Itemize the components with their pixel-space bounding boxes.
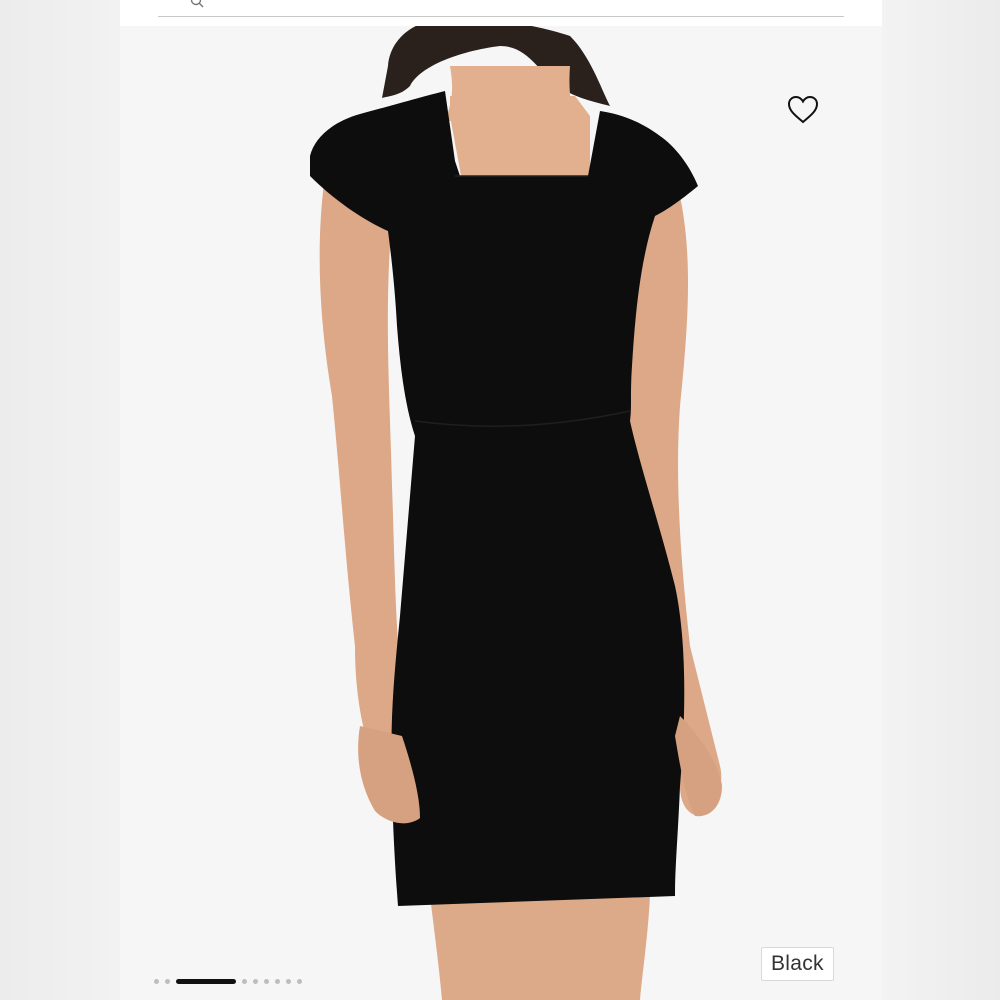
carousel-dot[interactable]	[253, 978, 258, 984]
carousel-dot[interactable]	[286, 978, 291, 984]
color-swatch-label[interactable]: Black	[761, 947, 834, 981]
heart-icon[interactable]	[786, 94, 820, 126]
carousel-dot[interactable]	[297, 978, 302, 984]
product-card: Black	[120, 0, 882, 1000]
carousel-dot[interactable]	[242, 978, 247, 984]
top-divider	[158, 16, 844, 17]
product-image[interactable]	[120, 26, 882, 1000]
page-side-left	[0, 0, 120, 1000]
carousel-dot-active[interactable]	[176, 978, 236, 984]
top-bar	[120, 0, 882, 26]
search-icon[interactable]	[190, 0, 204, 8]
carousel-pagination	[154, 976, 302, 986]
page-side-right	[882, 0, 1000, 1000]
carousel-dot[interactable]	[264, 978, 269, 984]
model-chest	[450, 96, 590, 181]
model-legs	[430, 896, 650, 1000]
carousel-dot[interactable]	[275, 978, 280, 984]
carousel-dot[interactable]	[165, 978, 170, 984]
carousel-dot[interactable]	[154, 978, 159, 984]
